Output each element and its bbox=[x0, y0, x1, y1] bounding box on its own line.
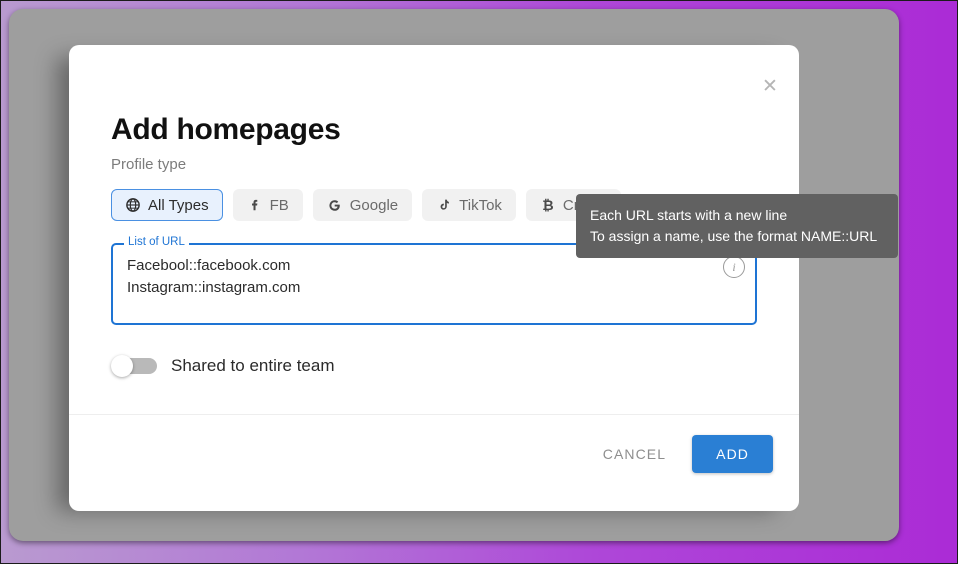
list-of-url-legend: List of URL bbox=[124, 237, 189, 249]
close-icon[interactable]: ✕ bbox=[753, 69, 787, 103]
bitcoin-icon: ₿ bbox=[540, 197, 556, 213]
google-icon bbox=[327, 197, 343, 213]
chip-google[interactable]: Google bbox=[313, 189, 412, 221]
footer-divider bbox=[69, 414, 799, 415]
profile-type-label: Profile type bbox=[111, 156, 186, 173]
add-homepages-dialog: ✕ Add homepages Profile type All Types bbox=[69, 45, 799, 511]
chip-label: FB bbox=[270, 197, 289, 214]
chip-all-types[interactable]: All Types bbox=[111, 189, 223, 221]
tooltip-line-1: Each URL starts with a new line bbox=[590, 205, 884, 226]
list-of-url-input[interactable] bbox=[127, 255, 717, 315]
info-icon[interactable]: i bbox=[723, 256, 745, 278]
chip-label: All Types bbox=[148, 197, 209, 214]
globe-icon bbox=[125, 197, 141, 213]
chip-label: TikTok bbox=[459, 197, 502, 214]
toggle-knob bbox=[111, 355, 133, 377]
chip-label: Google bbox=[350, 197, 398, 214]
profile-type-chip-group: All Types FB Google bbox=[111, 189, 621, 221]
chip-tiktok[interactable]: TikTok bbox=[422, 189, 516, 221]
facebook-icon bbox=[247, 197, 263, 213]
tooltip-line-2: To assign a name, use the format NAME::U… bbox=[590, 226, 884, 247]
chip-fb[interactable]: FB bbox=[233, 189, 303, 221]
shared-to-team-row: Shared to entire team bbox=[111, 355, 334, 377]
tiktok-icon bbox=[436, 197, 452, 213]
shared-to-team-toggle[interactable] bbox=[111, 355, 157, 377]
add-button[interactable]: ADD bbox=[692, 435, 773, 473]
page-title: Add homepages bbox=[111, 113, 340, 147]
dialog-footer: CANCEL ADD bbox=[587, 435, 773, 473]
shared-to-team-label: Shared to entire team bbox=[171, 356, 334, 376]
screenshot-root: ✕ Add homepages Profile type All Types bbox=[0, 0, 958, 564]
cancel-button[interactable]: CANCEL bbox=[587, 436, 682, 472]
url-format-tooltip: Each URL starts with a new line To assig… bbox=[576, 194, 898, 258]
